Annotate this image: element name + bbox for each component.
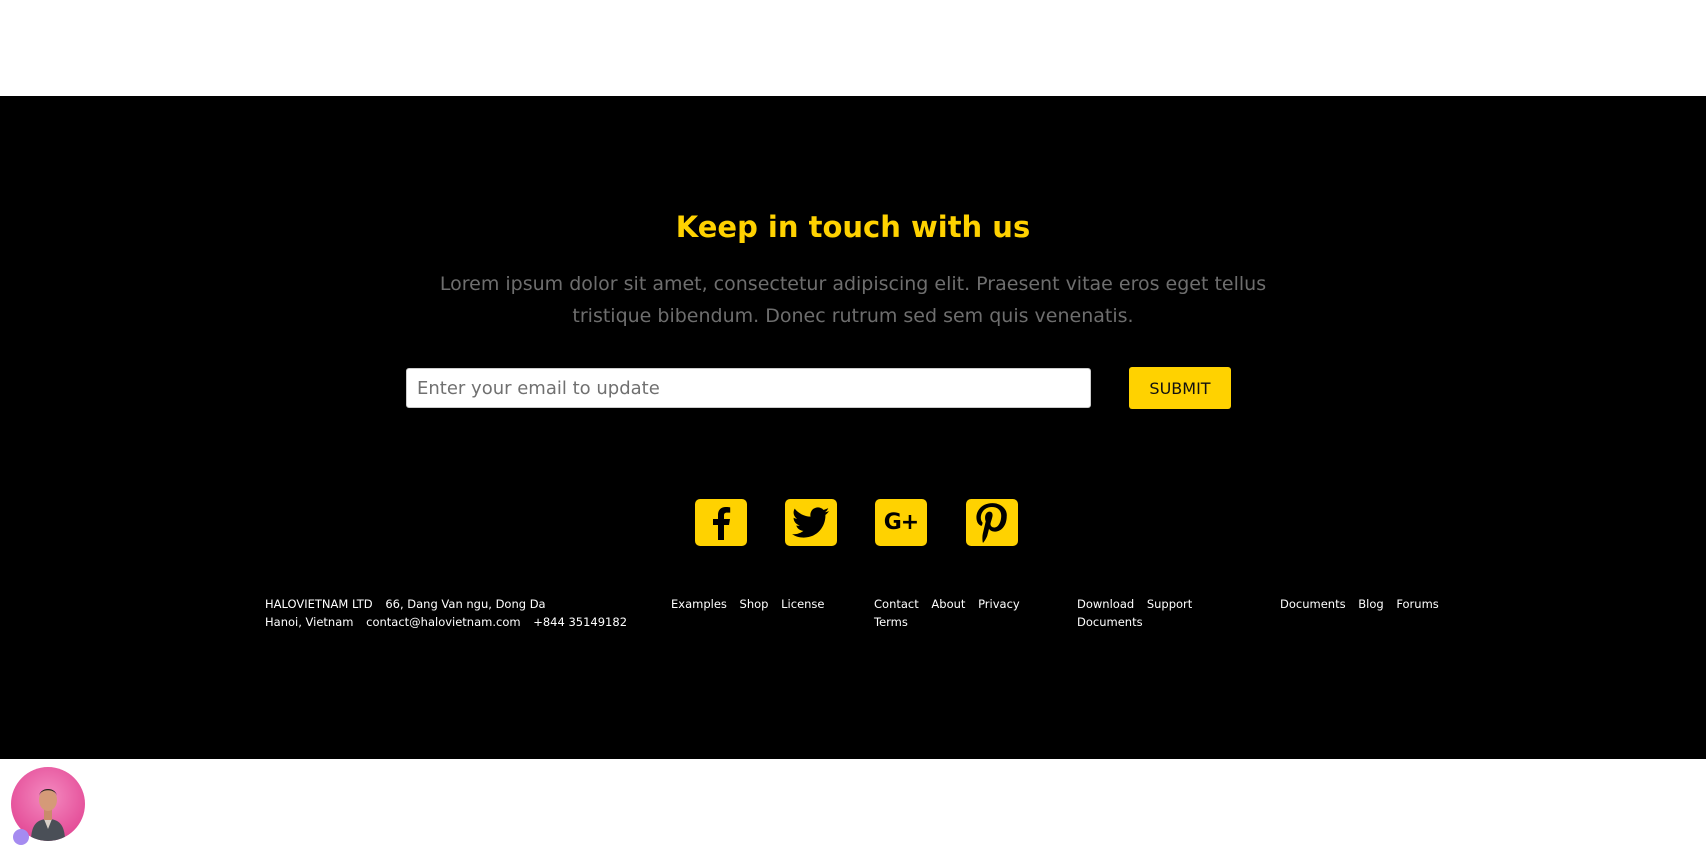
page: Keep in touch with us Lorem ipsum dolor … [0, 0, 1706, 852]
footer-link-examples[interactable]: Examples [671, 597, 727, 611]
footer-links-group-2: Contact About Privacy Terms [874, 595, 1054, 631]
twitter-button[interactable] [785, 499, 837, 546]
newsletter-description: Lorem ipsum dolor sit amet, consectetur … [439, 273, 1267, 327]
footer-link-contact[interactable]: Contact [874, 597, 919, 611]
google-plus-icon: G+ [883, 510, 919, 535]
footer-link-forums[interactable]: Forums [1396, 597, 1438, 611]
footer-link-documents[interactable]: Documents [1077, 615, 1143, 629]
footer-link-about[interactable]: About [931, 597, 965, 611]
company-email-link[interactable]: contact@halovietnam.com [366, 615, 520, 629]
submit-button[interactable]: SUBMIT [1129, 367, 1231, 409]
newsletter-footer [0, 96, 1706, 759]
twitter-icon [792, 506, 830, 538]
google-plus-button[interactable]: G+ [875, 499, 927, 546]
footer-link-documents-2[interactable]: Documents [1280, 597, 1346, 611]
footer-links-group-1: Examples Shop License [671, 595, 851, 613]
footer-links-group-3: Download Support Documents [1077, 595, 1257, 631]
online-status-dot [13, 829, 29, 845]
pinterest-icon [976, 502, 1007, 543]
company-name: HALOVIETNAM LTD [265, 597, 373, 611]
footer-link-license[interactable]: License [781, 597, 824, 611]
footer-link-terms[interactable]: Terms [874, 615, 908, 629]
company-address-line2: Hanoi, Vietnam [265, 615, 354, 629]
footer-link-shop[interactable]: Shop [740, 597, 769, 611]
facebook-button[interactable] [695, 499, 747, 546]
footer-link-blog[interactable]: Blog [1358, 597, 1383, 611]
footer-link-support[interactable]: Support [1147, 597, 1192, 611]
pinterest-button[interactable] [966, 499, 1018, 546]
footer-links-group-4: Documents Blog Forums [1280, 595, 1480, 613]
footer-link-download[interactable]: Download [1077, 597, 1134, 611]
newsletter-heading: Keep in touch with us [675, 210, 1031, 244]
email-input[interactable] [406, 368, 1091, 408]
company-phone: +844 35149182 [533, 615, 628, 629]
facebook-icon [713, 506, 731, 540]
footer-link-privacy[interactable]: Privacy [978, 597, 1020, 611]
company-address-line1: 66, Dang Van ngu, Dong Da [385, 597, 546, 611]
company-info: HALOVIETNAM LTD 66, Dang Van ngu, Dong D… [265, 595, 665, 631]
